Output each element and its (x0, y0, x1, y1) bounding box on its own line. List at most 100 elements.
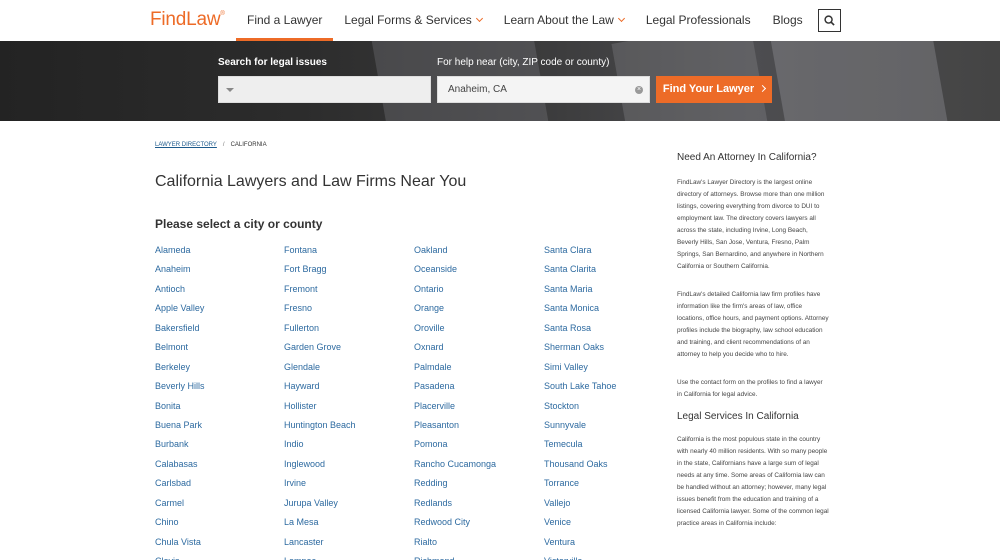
city-link[interactable]: Oroville (414, 322, 496, 341)
main-nav: Find a Lawyer Legal Forms & Services Learn… (236, 0, 814, 41)
city-link[interactable]: Fremont (284, 283, 356, 302)
city-link[interactable]: Redwood City (414, 516, 496, 535)
city-link[interactable]: Clovis (155, 555, 205, 560)
breadcrumb-separator: / (222, 142, 225, 148)
nav-item-label: Blogs (772, 13, 803, 27)
city-link[interactable]: Belmont (155, 341, 205, 360)
city-link[interactable]: Venice (544, 516, 616, 535)
city-link[interactable]: Chula Vista (155, 536, 205, 555)
city-link[interactable]: Chino (155, 516, 205, 535)
city-link[interactable]: Lancaster (284, 536, 356, 555)
city-link[interactable]: Stockton (544, 400, 616, 419)
city-link[interactable]: Jurupa Valley (284, 497, 356, 516)
city-link[interactable]: Bonita (155, 400, 205, 419)
city-link[interactable]: Fresno (284, 302, 356, 321)
city-link[interactable]: Anaheim (155, 263, 205, 282)
nav-item-legal-professionals[interactable]: Legal Professionals (635, 0, 762, 41)
city-link[interactable]: Redlands (414, 497, 496, 516)
city-link[interactable]: Palmdale (414, 361, 496, 380)
breadcrumb-lawyer-directory[interactable]: LAWYER DIRECTORY (155, 142, 217, 148)
city-link[interactable]: Orange (414, 302, 496, 321)
city-link[interactable]: Hollister (284, 400, 356, 419)
city-link[interactable]: South Lake Tahoe (544, 380, 616, 399)
find-your-lawyer-button[interactable]: Find Your Lawyer (656, 76, 772, 103)
city-link[interactable]: Fontana (284, 244, 356, 263)
clear-icon[interactable]: × (635, 86, 643, 94)
hero-background (769, 41, 951, 121)
sidebar-paragraph: FindLaw's detailed California law firm p… (677, 291, 829, 358)
nav-item-label: Find a Lawyer (247, 13, 323, 27)
city-link[interactable]: Rialto (414, 536, 496, 555)
city-link[interactable]: Irvine (284, 477, 356, 496)
city-link[interactable]: Berkeley (155, 361, 205, 380)
sidebar-paragraph: FindLaw's Lawyer Directory is the larges… (677, 179, 825, 270)
city-link[interactable]: Garden Grove (284, 341, 356, 360)
city-link[interactable]: Ontario (414, 283, 496, 302)
sidebar-heading-legal-services: Legal Services In California (677, 411, 799, 422)
city-link[interactable]: Pleasanton (414, 419, 496, 438)
city-link[interactable]: Huntington Beach (284, 419, 356, 438)
nav-item-label: Legal Professionals (645, 13, 751, 27)
city-link[interactable]: Santa Rosa (544, 322, 616, 341)
city-link[interactable]: Indio (284, 438, 356, 457)
chevron-down-icon (617, 14, 625, 23)
city-link[interactable]: Pomona (414, 438, 496, 457)
city-link[interactable]: Temecula (544, 438, 616, 457)
site-header: FindLaw® Find a Lawyer Legal Forms & Serv… (0, 0, 1000, 41)
city-link[interactable]: Bakersfield (155, 322, 205, 341)
chevron-right-icon (759, 84, 767, 93)
city-link[interactable]: Fullerton (284, 322, 356, 341)
city-link[interactable]: Inglewood (284, 458, 356, 477)
city-link[interactable]: Sherman Oaks (544, 341, 616, 360)
city-link[interactable]: Redding (414, 477, 496, 496)
city-link[interactable]: Carmel (155, 497, 205, 516)
city-link[interactable]: Calabasas (155, 458, 205, 477)
findlaw-logo[interactable]: FindLaw® (150, 9, 225, 31)
city-link[interactable]: Glendale (284, 361, 356, 380)
city-link[interactable]: Burbank (155, 438, 205, 457)
city-link[interactable]: Oceanside (414, 263, 496, 282)
city-link[interactable]: Carlsbad (155, 477, 205, 496)
city-link[interactable]: Victorville (544, 555, 616, 560)
chevron-down-icon (475, 14, 483, 23)
city-link[interactable]: Vallejo (544, 497, 616, 516)
city-link[interactable]: Oakland (414, 244, 496, 263)
city-link[interactable]: Beverly Hills (155, 380, 205, 399)
nav-item-legal-forms-services[interactable]: Legal Forms & Services (333, 0, 492, 41)
city-link[interactable]: Oxnard (414, 341, 496, 360)
nav-item-find-a-lawyer[interactable]: Find a Lawyer (236, 0, 334, 41)
city-link[interactable]: Santa Monica (544, 302, 616, 321)
city-link[interactable]: Ventura (544, 536, 616, 555)
legal-issues-dropdown[interactable] (218, 76, 431, 103)
city-link[interactable]: Santa Clarita (544, 263, 616, 282)
city-link[interactable]: Santa Maria (544, 283, 616, 302)
nav-item-label: Learn About the Law (503, 13, 614, 27)
location-input[interactable]: Anaheim, CA × (437, 76, 650, 103)
city-link[interactable]: Fort Bragg (284, 263, 356, 282)
search-button[interactable] (818, 9, 841, 32)
city-link[interactable]: Buena Park (155, 419, 205, 438)
city-link[interactable]: Simi Valley (544, 361, 616, 380)
city-link[interactable]: Alameda (155, 244, 205, 263)
city-link[interactable]: Placerville (414, 400, 496, 419)
city-link[interactable]: Sunnyvale (544, 419, 616, 438)
city-link[interactable]: Santa Clara (544, 244, 616, 263)
nav-item-blogs[interactable]: Blogs (762, 0, 814, 41)
city-link[interactable]: Hayward (284, 380, 356, 399)
city-link[interactable]: Lompoc (284, 555, 356, 560)
nav-item-label: Legal Forms & Services (344, 13, 472, 27)
sidebar-heading-need-attorney: Need An Attorney In California? (677, 152, 817, 163)
location-label: For help near (city, ZIP code or county) (437, 57, 610, 68)
nav-item-learn-about-the-law[interactable]: Learn About the Law (493, 0, 635, 41)
city-select-heading: Please select a city or county (155, 217, 323, 231)
city-link[interactable]: Thousand Oaks (544, 458, 616, 477)
page-title: California Lawyers and Law Firms Near Yo… (155, 173, 467, 190)
sidebar-paragraph: California is the most populous state in… (677, 436, 829, 527)
city-link[interactable]: Rancho Cucamonga (414, 458, 496, 477)
city-link[interactable]: Antioch (155, 283, 205, 302)
city-link[interactable]: La Mesa (284, 516, 356, 535)
city-link[interactable]: Torrance (544, 477, 616, 496)
city-link[interactable]: Pasadena (414, 380, 496, 399)
city-link[interactable]: Apple Valley (155, 302, 205, 321)
city-link[interactable]: Richmond (414, 555, 496, 560)
